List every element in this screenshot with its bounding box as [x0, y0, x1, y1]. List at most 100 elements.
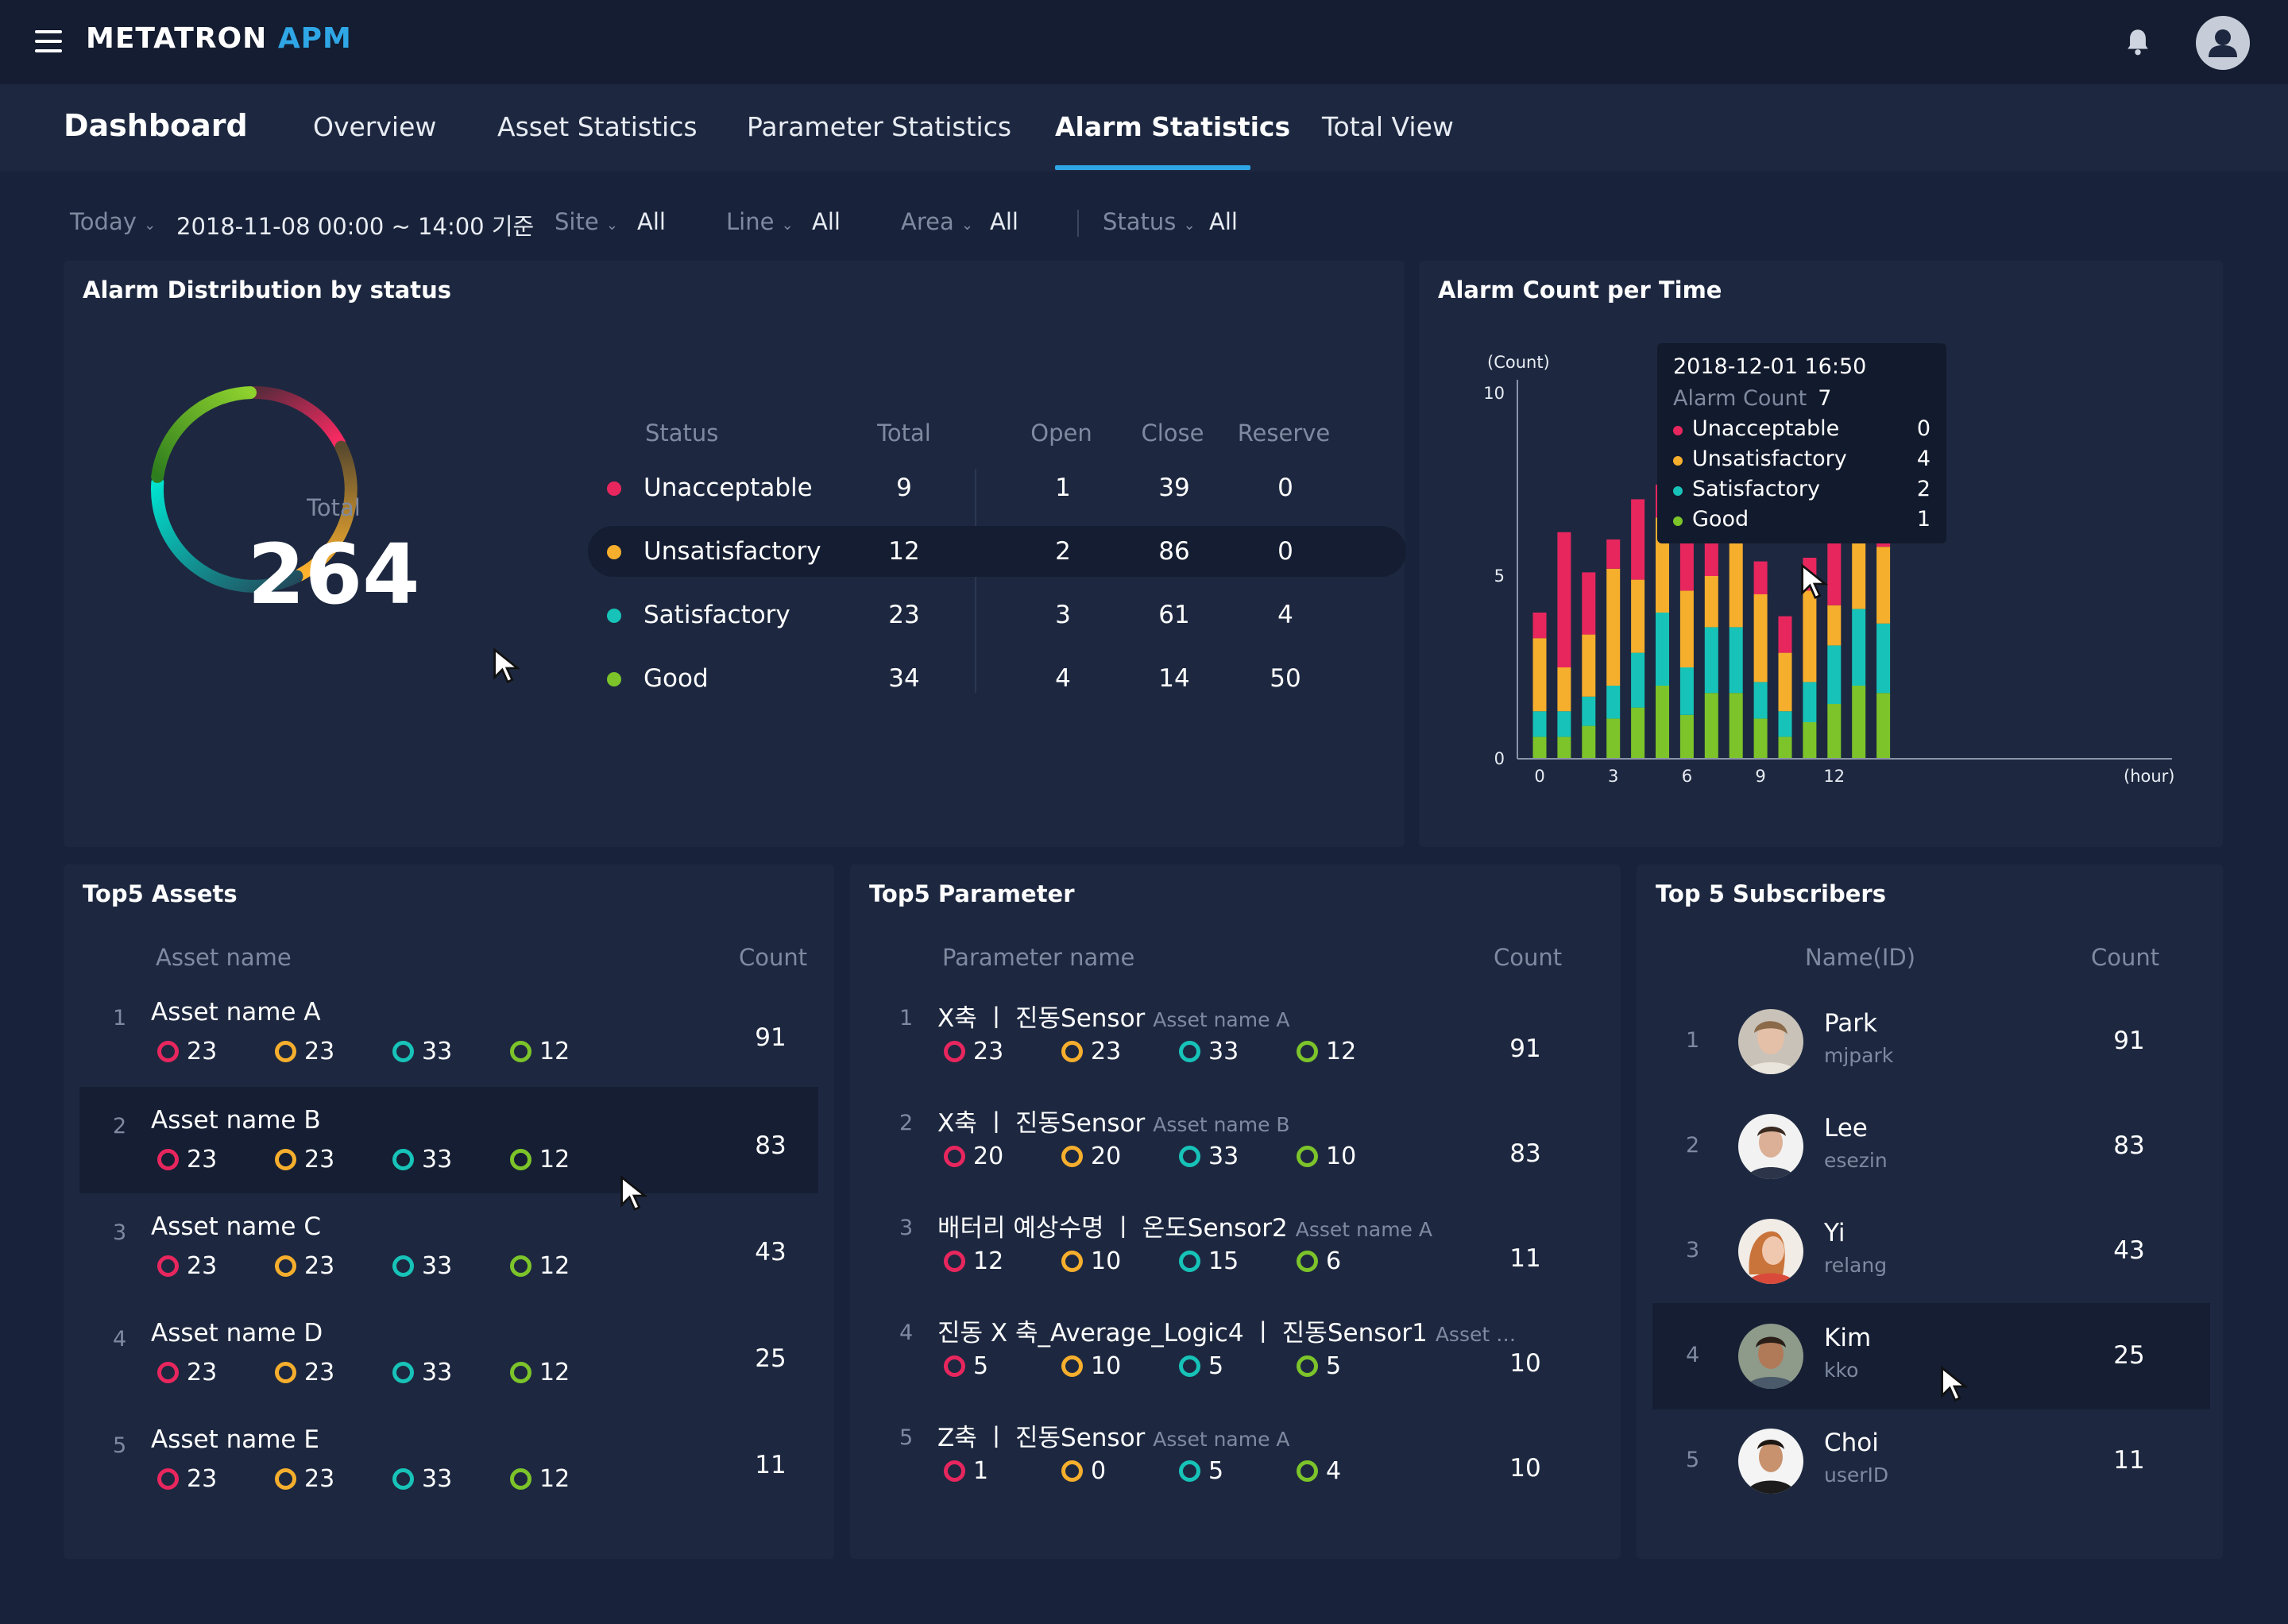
asset-row[interactable]: 4 Asset name D 23 23 33 12 25 — [79, 1300, 818, 1406]
bar-segment-good-12[interactable] — [1827, 704, 1842, 759]
status-dropdown[interactable]: Status ⌄ — [1103, 208, 1196, 235]
asset-row[interactable]: 5 Asset name E 23 23 33 12 11 — [79, 1406, 818, 1513]
status-value[interactable]: All — [1209, 208, 1238, 235]
open-value: 1 — [1055, 474, 1071, 502]
bar-segment-good-6[interactable] — [1679, 714, 1694, 759]
tab-alarm-statistics[interactable]: Alarm Statistics — [1055, 111, 1290, 142]
bar-segment-satisfactory-12[interactable] — [1827, 645, 1842, 704]
bar-segment-good-8[interactable] — [1729, 693, 1743, 759]
bar-segment-good-10[interactable] — [1778, 737, 1792, 759]
asset-row[interactable]: 3 Asset name C 23 23 33 12 43 — [79, 1193, 818, 1300]
period-dropdown[interactable]: Today ⌄ — [70, 208, 156, 235]
bar-segment-unsatisfactory-13[interactable] — [1852, 543, 1866, 609]
bar-segment-good-14[interactable] — [1876, 693, 1891, 759]
avatar — [1738, 1219, 1803, 1284]
subscriber-row[interactable]: 4 Kim kko 25 — [1652, 1303, 2210, 1409]
subscriber-row[interactable]: 5 Choi userID 11 — [1652, 1408, 2209, 1514]
asset-row[interactable]: 2 Asset name B 23 23 33 12 83 — [79, 1087, 818, 1193]
bar-segment-satisfactory-13[interactable] — [1852, 609, 1866, 686]
bar-segment-satisfactory-3[interactable] — [1606, 686, 1621, 719]
status-name: Good — [644, 664, 709, 693]
bar-segment-unsatisfactory-0[interactable] — [1532, 638, 1547, 712]
subscriber-name: Lee — [1824, 1114, 1868, 1143]
bar-segment-satisfactory-8[interactable] — [1729, 627, 1743, 694]
parameter-row[interactable]: 2 X축 ㅣ 진동Sensor Asset name B 20 20 33 10 … — [866, 1084, 1605, 1190]
good-count: 6 — [1297, 1247, 1341, 1275]
bar-segment-good-11[interactable] — [1803, 722, 1817, 759]
bar-segment-good-1[interactable] — [1557, 737, 1571, 759]
user-avatar-icon[interactable] — [2196, 16, 2250, 70]
asset-name: Asset name B — [151, 1106, 321, 1135]
chevron-down-icon: ⌄ — [605, 217, 618, 234]
bar-segment-unacceptable-2[interactable] — [1582, 572, 1596, 635]
bar-segment-unsatisfactory-7[interactable] — [1704, 576, 1718, 628]
subscriber-row[interactable]: 3 Yi relang 43 — [1652, 1198, 2209, 1305]
bar-segment-satisfactory-11[interactable] — [1803, 682, 1817, 722]
bar-segment-good-9[interactable] — [1753, 718, 1768, 759]
site-dropdown[interactable]: Site ⌄ — [555, 208, 618, 235]
tab-asset-statistics[interactable]: Asset Statistics — [497, 111, 698, 142]
hamburger-icon[interactable] — [35, 30, 62, 52]
bar-segment-satisfactory-6[interactable] — [1679, 667, 1694, 715]
bar-segment-good-7[interactable] — [1704, 693, 1718, 759]
unsatisfactory-count: 23 — [275, 1359, 334, 1386]
bar-segment-unsatisfactory-1[interactable] — [1557, 667, 1571, 712]
subscriber-row[interactable]: 1 Park mjpark 91 — [1652, 988, 2209, 1095]
bell-icon[interactable] — [2124, 27, 2151, 57]
unsatisfactory-count: 10 — [1061, 1247, 1121, 1275]
bar-segment-unacceptable-10[interactable] — [1778, 616, 1792, 653]
subscriber-row[interactable]: 2 Lee esezin 83 — [1652, 1093, 2209, 1200]
bar-segment-satisfactory-7[interactable] — [1704, 627, 1718, 694]
bar-segment-unsatisfactory-9[interactable] — [1753, 594, 1768, 682]
bar-segment-good-5[interactable] — [1656, 686, 1669, 759]
bar-segment-satisfactory-0[interactable] — [1532, 711, 1547, 737]
bar-segment-unsatisfactory-3[interactable] — [1606, 568, 1621, 686]
bar-segment-good-0[interactable] — [1532, 737, 1547, 759]
donut-total-label: Total — [307, 494, 361, 521]
bar-segment-unsatisfactory-14[interactable] — [1876, 547, 1891, 624]
bar-segment-unsatisfactory-4[interactable] — [1631, 579, 1645, 653]
bar-segment-satisfactory-14[interactable] — [1876, 623, 1891, 694]
bar-segment-satisfactory-1[interactable] — [1557, 711, 1571, 737]
bar-segment-good-13[interactable] — [1852, 686, 1866, 759]
donut-segment-unacceptable[interactable] — [248, 386, 346, 450]
bar-segment-satisfactory-9[interactable] — [1753, 682, 1768, 719]
line-dropdown[interactable]: Line ⌄ — [726, 208, 794, 235]
bar-segment-satisfactory-4[interactable] — [1631, 652, 1645, 708]
status-row-satisfactory[interactable]: Satisfactory 23 3 61 4 — [588, 590, 1406, 640]
bar-segment-unsatisfactory-10[interactable] — [1778, 652, 1792, 712]
donut-segment-good[interactable] — [151, 386, 257, 483]
status-row-unacceptable[interactable]: Unacceptable 9 1 39 0 — [588, 462, 1406, 513]
reserve-header: Reserve — [1237, 420, 1331, 447]
bar-segment-good-2[interactable] — [1582, 725, 1596, 759]
bar-segment-satisfactory-5[interactable] — [1656, 613, 1669, 686]
asset-row[interactable]: 1 Asset name A 23 23 33 12 91 — [79, 979, 818, 1085]
parameter-row[interactable]: 5 Z축 ㅣ 진동Sensor Asset name A 1 0 5 4 10 — [866, 1398, 1605, 1505]
bar-segment-unacceptable-4[interactable] — [1631, 499, 1645, 580]
bar-segment-unacceptable-1[interactable] — [1557, 532, 1571, 667]
bar-segment-unacceptable-9[interactable] — [1753, 561, 1768, 594]
status-row-unsatisfactory[interactable]: Unsatisfactory 12 2 86 0 — [588, 526, 1406, 577]
bar-segment-satisfactory-10[interactable] — [1778, 711, 1792, 737]
area-value[interactable]: All — [990, 208, 1018, 235]
tab-parameter-statistics[interactable]: Parameter Statistics — [747, 111, 1011, 142]
tab-total-view[interactable]: Total View — [1322, 111, 1454, 142]
bar-segment-unsatisfactory-2[interactable] — [1582, 634, 1596, 697]
site-value[interactable]: All — [637, 208, 666, 235]
bar-segment-unsatisfactory-11[interactable] — [1803, 590, 1817, 682]
line-value[interactable]: All — [812, 208, 841, 235]
parameter-row[interactable]: 3 배터리 예상수명 ㅣ 온도Sensor2 Asset name A 12 10… — [866, 1189, 1605, 1295]
bar-segment-good-4[interactable] — [1631, 707, 1645, 759]
parameter-row[interactable]: 4 진동 X 축_Average_Logic4 ㅣ 진동Sensor1 Asset… — [866, 1293, 1605, 1400]
tab-overview[interactable]: Overview — [313, 111, 436, 142]
bar-segment-unsatisfactory-12[interactable] — [1827, 605, 1842, 646]
bar-segment-unacceptable-0[interactable] — [1532, 613, 1547, 639]
bar-segment-unacceptable-3[interactable] — [1606, 539, 1621, 569]
status-row-good[interactable]: Good 34 4 14 50 — [588, 653, 1406, 704]
area-dropdown[interactable]: Area ⌄ — [901, 208, 973, 235]
parameter-row[interactable]: 1 X축 ㅣ 진동Sensor Asset name A 23 23 33 12 … — [866, 979, 1605, 1085]
bar-segment-satisfactory-2[interactable] — [1582, 696, 1596, 726]
bar-segment-unsatisfactory-6[interactable] — [1679, 590, 1694, 667]
asset-name: Asset name D — [151, 1319, 323, 1348]
bar-segment-good-3[interactable] — [1606, 718, 1621, 759]
